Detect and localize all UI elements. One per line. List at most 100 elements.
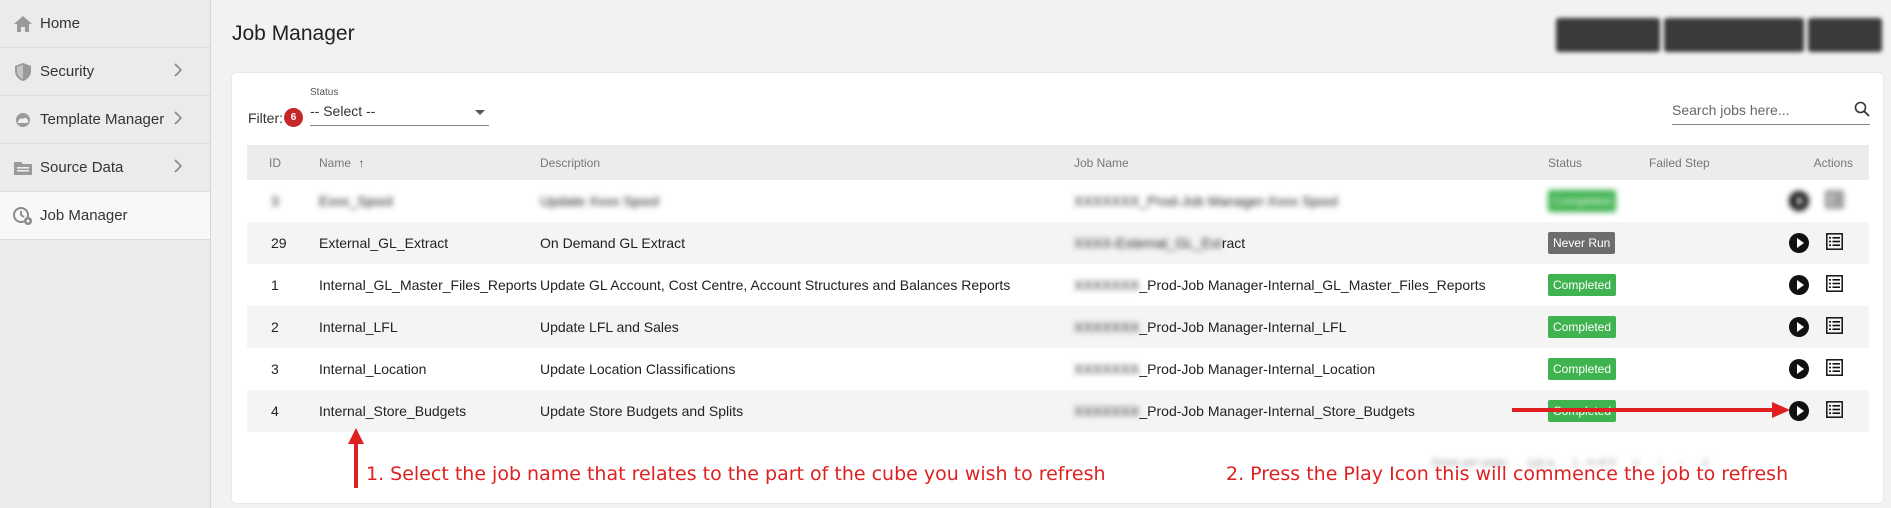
cell-id: 3 — [271, 361, 279, 377]
sort-ascending-icon[interactable]: ↑ — [358, 156, 364, 170]
play-icon[interactable] — [1789, 233, 1809, 253]
col-header-failed-step[interactable]: Failed Step — [1649, 156, 1779, 170]
folder-icon — [12, 157, 34, 179]
annotation-arrow-up — [348, 428, 364, 488]
redacted-text: XXXXXXX_Prod-Job Manager-Xxxx Spool — [1074, 193, 1338, 209]
play-icon[interactable] — [1789, 401, 1809, 421]
job-log-icon[interactable] — [1826, 275, 1843, 295]
sidebar-item-label: Job Manager — [40, 207, 128, 224]
table-row[interactable]: 2 Internal_LFL Update LFL and Sales XXXXXXX… — [247, 306, 1869, 348]
job-log-icon[interactable] — [1826, 233, 1843, 253]
cell-actions — [1779, 359, 1869, 379]
search-input[interactable] — [1672, 97, 1832, 123]
cloud-icon — [12, 109, 34, 131]
cell-description: Update LFL and Sales — [540, 319, 679, 335]
cell-actions — [1779, 233, 1869, 253]
sidebar-item-label: Home — [40, 15, 81, 32]
cell-name[interactable]: External_GL_Extract — [293, 235, 540, 251]
job-name-text: _Prod-Job Manager-Internal_Location — [1139, 361, 1376, 377]
annotation-step-2: 2. Press the Play Icon this will commenc… — [1226, 463, 1789, 485]
redacted-text: XXXXXXX — [1074, 277, 1140, 293]
cell-id: 1 — [271, 277, 279, 293]
play-icon[interactable] — [1789, 275, 1809, 295]
cell-job-name: XXXX-External_GL_Extract — [1074, 235, 1548, 251]
job-name-text: _Prod-Job Manager-Internal_LFL — [1139, 319, 1347, 335]
sidebar: Home Security Template Manager Source Data J… — [0, 0, 211, 508]
cell-actions — [1779, 401, 1869, 421]
redacted-text: XXXXXXX — [1074, 319, 1140, 335]
sidebar-item-label: Security — [40, 63, 95, 80]
col-header-id[interactable]: ID — [247, 156, 293, 170]
cell-id: 2 — [271, 319, 279, 335]
table-header: ID Name ↑ Description Job Name Status Fa… — [247, 145, 1869, 180]
search-icon[interactable] — [1854, 101, 1870, 122]
table-row[interactable]: 3 Internal_Location Update Location Classi… — [247, 348, 1869, 390]
chevron-right-icon — [174, 111, 183, 129]
job-log-icon[interactable] — [1826, 317, 1843, 337]
chevron-right-icon — [174, 159, 183, 177]
sidebar-item-source-data[interactable]: Source Data — [0, 144, 210, 192]
cell-status: Never Run — [1548, 232, 1649, 254]
redacted-text: XXXXXXX — [1074, 403, 1140, 419]
col-header-status[interactable]: Status — [1548, 156, 1649, 170]
add-button[interactable] — [1808, 18, 1882, 52]
sidebar-item-template-manager[interactable]: Template Manager — [0, 96, 210, 144]
sidebar-item-job-manager[interactable]: Job Manager — [0, 192, 210, 240]
col-header-name-label: Name — [319, 155, 352, 170]
cell-job-name: XXXXXXX_Prod-Job Manager-Xxxx Spool — [1074, 193, 1548, 209]
refresh-button[interactable] — [1556, 18, 1660, 52]
cell-id: 3 — [271, 193, 279, 209]
cell-description: Update Location Classifications — [540, 361, 736, 377]
job-log-icon[interactable] — [1826, 401, 1843, 421]
home-icon — [12, 13, 34, 35]
cell-id: 29 — [271, 235, 287, 251]
cell-description: Update Xxxx Spool — [540, 193, 660, 209]
redacted-text: XXXX-External_GL_Ext — [1074, 235, 1222, 251]
cell-name[interactable]: Internal_LFL — [293, 319, 540, 335]
table-body: 3 Exxx_Spool Update Xxxx Spool XXXXXXX_Prod… — [247, 180, 1869, 432]
cell-name[interactable]: Internal_Location — [293, 361, 540, 377]
job-log-icon[interactable] — [1826, 359, 1843, 379]
cell-actions — [1779, 317, 1869, 337]
cell-name[interactable]: Exxx_Spool — [293, 193, 540, 209]
status-badge: Completed — [1548, 316, 1617, 338]
cell-description: Update Store Budgets and Splits — [540, 403, 744, 419]
status-filter-select[interactable]: -- Select -- — [310, 100, 489, 126]
shield-icon — [12, 61, 34, 83]
jobs-table: ID Name ↑ Description Job Name Status Fa… — [247, 145, 1869, 432]
cell-id: 4 — [271, 403, 279, 419]
chevron-right-icon — [174, 63, 183, 81]
table-row[interactable]: 3 Exxx_Spool Update Xxxx Spool XXXXXXX_Prod… — [247, 180, 1869, 222]
status-badge: Never Run — [1548, 232, 1616, 254]
job-log-icon[interactable] — [1826, 191, 1843, 211]
sidebar-item-security[interactable]: Security — [0, 48, 210, 96]
cell-description: Update GL Account, Cost Centre, Account … — [540, 277, 1011, 293]
sidebar-item-home[interactable]: Home — [0, 0, 210, 48]
job-name-text: _Prod-Job Manager-Internal_GL_Master_Fil… — [1139, 277, 1486, 293]
cell-description: On Demand GL Extract — [540, 235, 685, 251]
page-title: Job Manager — [232, 22, 355, 45]
annotation-step-1: 1. Select the job name that relates to t… — [366, 463, 1106, 485]
col-header-name[interactable]: Name ↑ — [293, 156, 540, 170]
status-filter-caption: Status — [310, 87, 339, 98]
jobs-card: Filter: 6 Status -- Select -- ID Name ↑ … — [232, 73, 1883, 503]
job-gear-icon — [12, 205, 34, 227]
manage-jobs-button[interactable] — [1664, 18, 1804, 52]
annotation-arrow-right — [1512, 402, 1790, 418]
cell-name[interactable]: Internal_Store_Budgets — [293, 403, 540, 419]
search-box — [1672, 97, 1870, 125]
status-filter-value: -- Select -- — [310, 103, 376, 119]
play-icon[interactable] — [1789, 359, 1809, 379]
table-row[interactable]: 1 Internal_GL_Master_Files_Reports Update … — [247, 264, 1869, 306]
cell-status: Completed — [1548, 274, 1649, 296]
cell-actions — [1779, 275, 1869, 295]
play-icon[interactable] — [1789, 191, 1809, 211]
cell-status: Completed — [1548, 358, 1649, 380]
play-icon[interactable] — [1789, 317, 1809, 337]
table-row[interactable]: 29 External_GL_Extract On Demand GL Extrac… — [247, 222, 1869, 264]
col-header-job-name[interactable]: Job Name — [1074, 156, 1548, 170]
cell-job-name: XXXXXXX_Prod-Job Manager-Internal_Locati… — [1074, 361, 1548, 377]
cell-name[interactable]: Internal_GL_Master_Files_Reports — [293, 277, 540, 293]
col-header-description[interactable]: Description — [540, 156, 1074, 170]
filter-count-badge: 6 — [284, 108, 303, 127]
